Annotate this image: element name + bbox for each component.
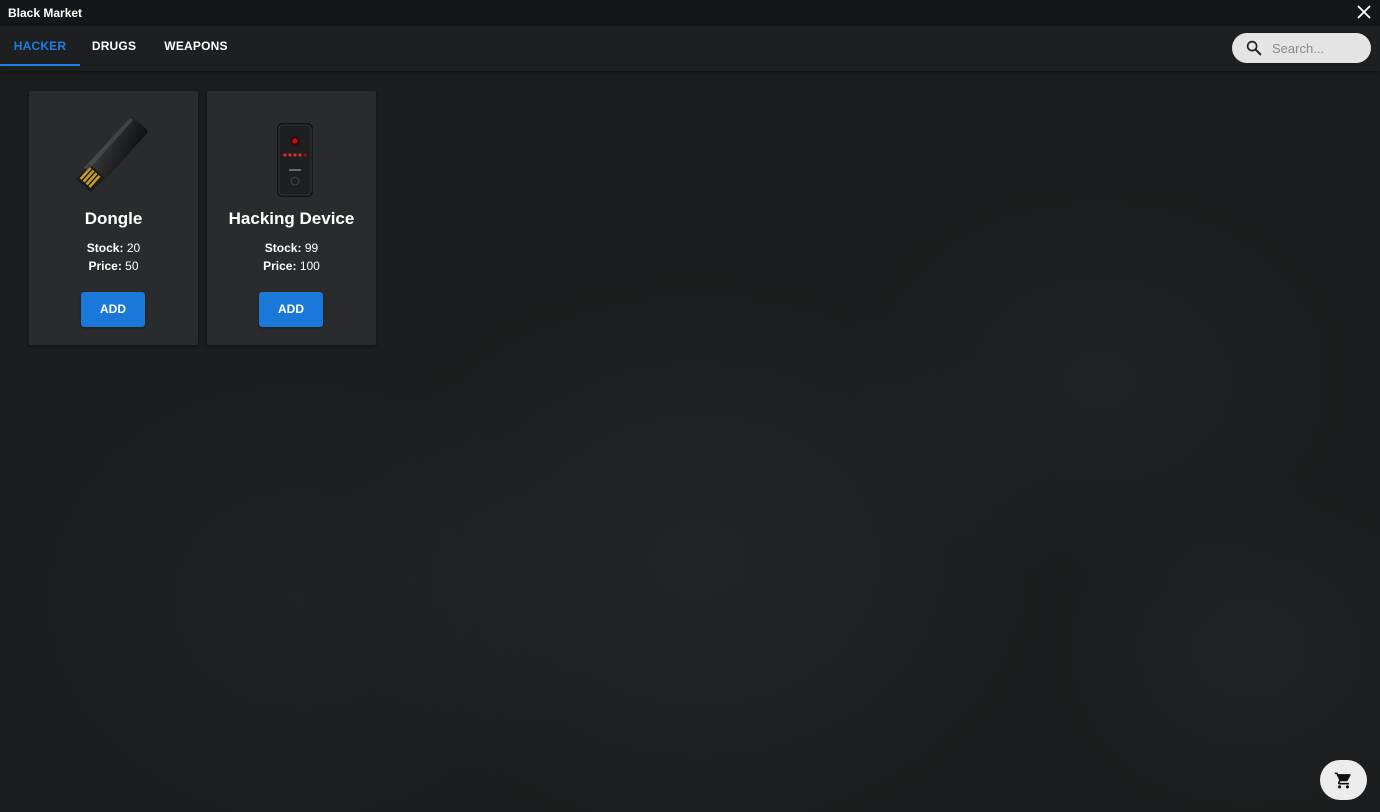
add-button-dongle[interactable]: ADD <box>81 292 145 327</box>
stock-value: 20 <box>126 241 141 255</box>
item-card-dongle: Dongle Stock: 20 Price: 50 ADD <box>29 91 198 345</box>
hacking-device-icon <box>277 109 313 197</box>
close-icon <box>1357 5 1371 19</box>
active-tab-indicator <box>0 64 80 66</box>
item-card-hacking-device: Hacking Device Stock: 99 Price: 100 ADD <box>207 91 376 345</box>
search-box[interactable] <box>1232 33 1371 63</box>
tab-hacker[interactable]: HACKER <box>0 26 80 66</box>
item-stock: Stock: 99 <box>207 241 376 255</box>
tab-weapons[interactable]: WEAPONS <box>154 26 238 66</box>
search-input[interactable] <box>1272 38 1364 58</box>
stock-label: Stock: <box>86 241 124 255</box>
tab-drugs[interactable]: DRUGS <box>80 26 148 66</box>
close-button[interactable] <box>1354 2 1374 22</box>
cart-button[interactable] <box>1320 760 1367 800</box>
stock-label: Stock: <box>264 241 302 255</box>
price-label: Price: <box>263 259 297 273</box>
title-bar: Black Market <box>0 0 1380 26</box>
window-title: Black Market <box>8 6 83 20</box>
item-stock: Stock: 20 <box>29 241 198 255</box>
search-icon <box>1246 40 1262 56</box>
item-price: Price: 50 <box>29 259 198 273</box>
item-name: Dongle <box>84 209 143 228</box>
price-value: 100 <box>299 259 320 273</box>
tab-bar: HACKER DRUGS WEAPONS <box>0 26 1380 71</box>
stock-value: 99 <box>304 241 319 255</box>
item-name: Hacking Device <box>228 209 355 228</box>
usb-dongle-icon <box>76 116 148 192</box>
cart-icon <box>1334 772 1351 789</box>
price-label: Price: <box>88 259 122 273</box>
add-button-hacking-device[interactable]: ADD <box>259 292 323 327</box>
item-price: Price: 100 <box>207 259 376 273</box>
price-value: 50 <box>125 259 139 273</box>
